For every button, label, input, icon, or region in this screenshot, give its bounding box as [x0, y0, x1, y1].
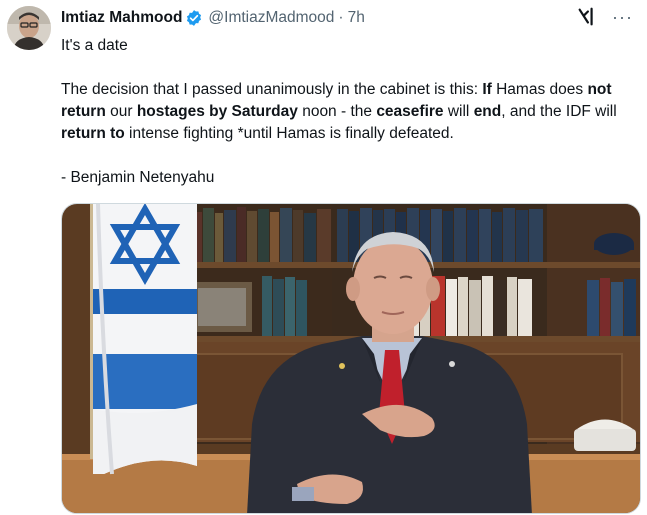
text-span: , and the IDF will [501, 103, 617, 120]
text-span: will [443, 103, 474, 120]
author-handle[interactable]: @ImtiazMadmood [208, 9, 334, 27]
video-still [62, 204, 640, 513]
tweet-header: Imtiaz Mahmood @ImtiazMadmood · 7h [61, 8, 365, 28]
bold-span: ceasefire [376, 103, 444, 120]
avatar-image [7, 6, 51, 50]
tweet-attribution: - Benjamin Netenyahu [61, 169, 215, 186]
timestamp[interactable]: 7h [348, 9, 365, 27]
text-span: our [105, 103, 137, 120]
avatar[interactable] [7, 6, 51, 50]
more-icon[interactable]: ··· [612, 7, 633, 27]
tweet-media[interactable] [61, 203, 641, 514]
tweet-text: It's a date The decision that I passed u… [61, 35, 636, 189]
bold-span: return to [61, 125, 125, 142]
separator-dot: · [338, 9, 344, 26]
bold-span: hostages by Saturday [136, 103, 298, 120]
author-name[interactable]: Imtiaz Mahmood [61, 9, 182, 27]
tweet-actions: ··· [576, 6, 633, 28]
tweet-quote: The decision that I passed unanimously i… [61, 79, 636, 145]
verified-badge-icon [187, 10, 202, 26]
grok-icon[interactable] [576, 6, 598, 28]
bold-span: If [482, 81, 492, 98]
text-span: noon - the [297, 103, 377, 120]
bold-span: end [473, 103, 502, 120]
text-span: Hamas does [491, 81, 588, 98]
text-span: intense fighting *until Hamas is finally… [124, 125, 454, 142]
text-span: The decision that I passed unanimously i… [61, 81, 483, 98]
tweet-line-1: It's a date [61, 37, 128, 54]
